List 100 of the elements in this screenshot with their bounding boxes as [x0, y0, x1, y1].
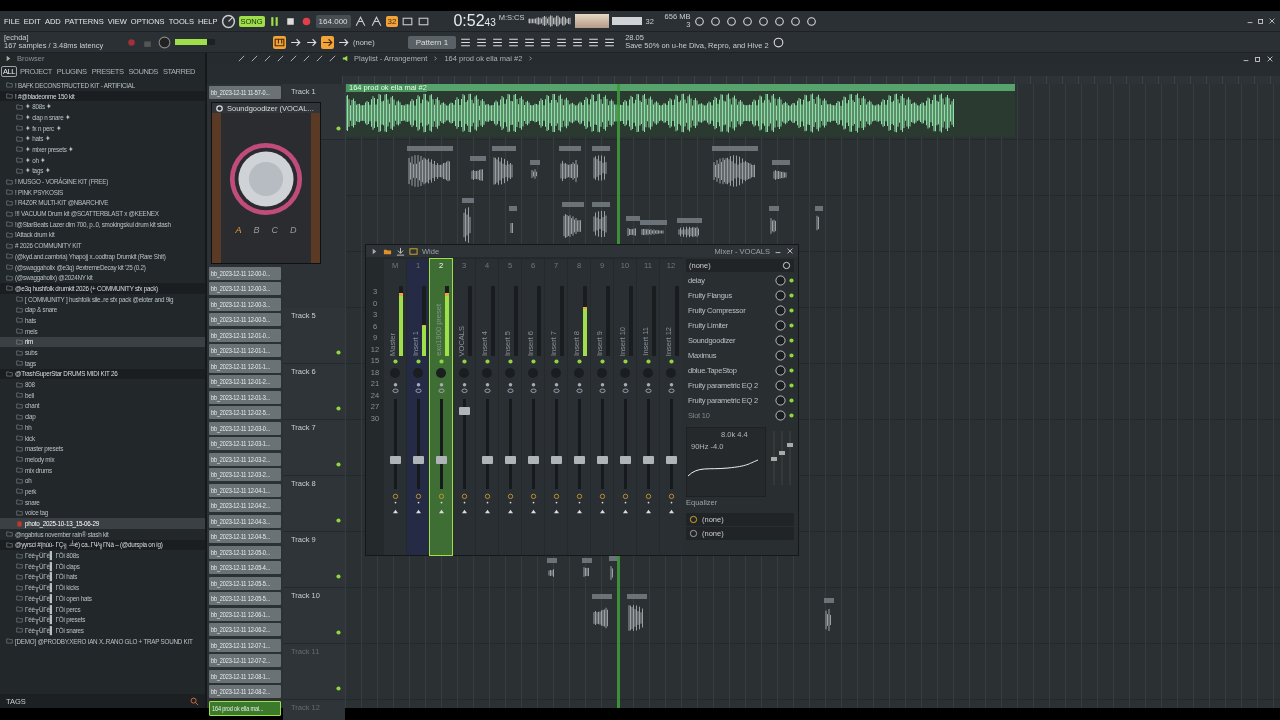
send-arrow-icon[interactable] [437, 509, 445, 514]
route-icon[interactable] [598, 492, 606, 506]
search-icon[interactable] [190, 696, 199, 706]
slot-led-icon[interactable] [789, 337, 794, 343]
send-arrow-icon[interactable] [667, 509, 675, 514]
send-arrow-icon[interactable] [391, 509, 399, 514]
preset-button[interactable]: A [235, 225, 242, 235]
stereo-icon[interactable] [575, 382, 583, 396]
oscilloscope-drawing [527, 14, 572, 28]
track-led-icon[interactable] [507, 359, 513, 364]
track-led-icon[interactable] [461, 359, 467, 364]
track-led-icon[interactable] [336, 518, 341, 523]
tempo-display[interactable]: 164.000 [315, 14, 351, 28]
layout-icon[interactable] [409, 246, 418, 256]
route-icon[interactable] [414, 492, 422, 506]
track-led-icon[interactable] [336, 462, 341, 467]
slot-led-icon[interactable] [789, 307, 794, 313]
slot-led-icon[interactable] [789, 292, 794, 298]
route-icon[interactable] [644, 492, 652, 506]
knob-icon[interactable] [157, 34, 172, 50]
restore-icon[interactable] [1257, 17, 1265, 25]
stereo-icon[interactable] [483, 382, 491, 396]
level-meter [444, 286, 449, 356]
route-icon[interactable] [552, 492, 560, 506]
stereo-icon[interactable] [598, 382, 606, 396]
send-arrow-icon[interactable] [552, 509, 560, 514]
route-icon[interactable] [621, 492, 629, 506]
route-icon[interactable] [483, 492, 491, 506]
route-icon[interactable] [667, 492, 675, 506]
stereo-icon[interactable] [506, 382, 514, 396]
snap-button[interactable]: 32 [385, 15, 399, 27]
pattern-selector[interactable]: Pattern 1 [407, 35, 457, 49]
knob-icon[interactable] [775, 274, 786, 286]
track-led-icon[interactable] [336, 574, 341, 579]
stereo-icon[interactable] [414, 382, 422, 396]
master-volume-slider[interactable] [175, 39, 215, 45]
stereo-icon[interactable] [460, 382, 468, 396]
slot-led-icon[interactable] [789, 277, 794, 283]
stereo-icon[interactable] [529, 382, 537, 396]
send-arrow-icon[interactable] [460, 509, 468, 514]
knob-icon[interactable] [775, 394, 786, 406]
knob-drawing[interactable] [228, 141, 304, 217]
slot-led-icon[interactable] [789, 322, 794, 328]
stereo-icon[interactable] [667, 382, 675, 396]
preset-button[interactable]: C [271, 225, 278, 235]
slot-led-icon[interactable] [789, 367, 794, 373]
knob-icon[interactable] [775, 289, 786, 301]
track-led-icon[interactable] [336, 126, 341, 131]
knob-icon[interactable] [775, 379, 786, 391]
knob-icon[interactable] [220, 13, 236, 29]
track-led-icon[interactable] [336, 406, 341, 411]
track-led-icon[interactable] [336, 686, 341, 691]
preset-button[interactable]: D [290, 225, 297, 235]
piano-icon[interactable] [273, 35, 286, 49]
track-led-icon[interactable] [484, 359, 490, 364]
track-led-icon[interactable] [336, 630, 341, 635]
send-arrow-icon[interactable] [529, 509, 537, 514]
knob-icon[interactable] [775, 304, 786, 316]
knob-icon[interactable] [775, 409, 786, 421]
stereo-icon[interactable] [437, 382, 445, 396]
knob-icon[interactable] [775, 319, 786, 331]
route-icon[interactable] [529, 492, 537, 506]
send-arrow-icon[interactable] [644, 509, 652, 514]
restore-icon[interactable] [1254, 54, 1262, 63]
send-arrow-icon[interactable] [414, 509, 422, 514]
track-led-icon[interactable] [553, 359, 559, 364]
track-led-icon[interactable] [530, 359, 536, 364]
stereo-icon[interactable] [644, 382, 652, 396]
knob-icon[interactable] [775, 334, 786, 346]
track-led-icon[interactable] [438, 359, 444, 364]
slot-led-icon[interactable] [789, 397, 794, 403]
arrow-icon[interactable] [370, 246, 379, 256]
slot-led-icon[interactable] [789, 412, 794, 418]
slot-led-icon[interactable] [789, 352, 794, 358]
send-arrow-icon[interactable] [575, 509, 583, 514]
track-led-icon[interactable] [622, 359, 628, 364]
route-icon[interactable] [460, 492, 468, 506]
knob-icon[interactable] [775, 349, 786, 361]
image-file-icon [16, 520, 23, 527]
track-led-icon[interactable] [415, 359, 421, 364]
track-led-icon[interactable] [576, 359, 582, 364]
track-led-icon[interactable] [599, 359, 605, 364]
preset-button[interactable]: B [253, 225, 260, 235]
send-arrow-icon[interactable] [598, 509, 606, 514]
knob-icon[interactable] [775, 364, 786, 376]
route-icon[interactable] [506, 492, 514, 506]
send-arrow-icon[interactable] [483, 509, 491, 514]
track-led-icon[interactable] [668, 359, 674, 364]
track-led-icon[interactable] [645, 359, 651, 364]
stereo-icon[interactable] [391, 382, 399, 396]
stereo-icon[interactable] [621, 382, 629, 396]
route-icon[interactable] [575, 492, 583, 506]
track-led-icon[interactable] [336, 350, 341, 355]
slot-led-icon[interactable] [789, 382, 794, 388]
track-led-icon[interactable] [392, 359, 398, 364]
arrow-icon[interactable] [4, 53, 13, 63]
stereo-icon[interactable] [552, 382, 560, 396]
route-icon[interactable] [391, 492, 399, 506]
send-arrow-icon[interactable] [621, 509, 629, 514]
send-arrow-icon[interactable] [506, 509, 514, 514]
